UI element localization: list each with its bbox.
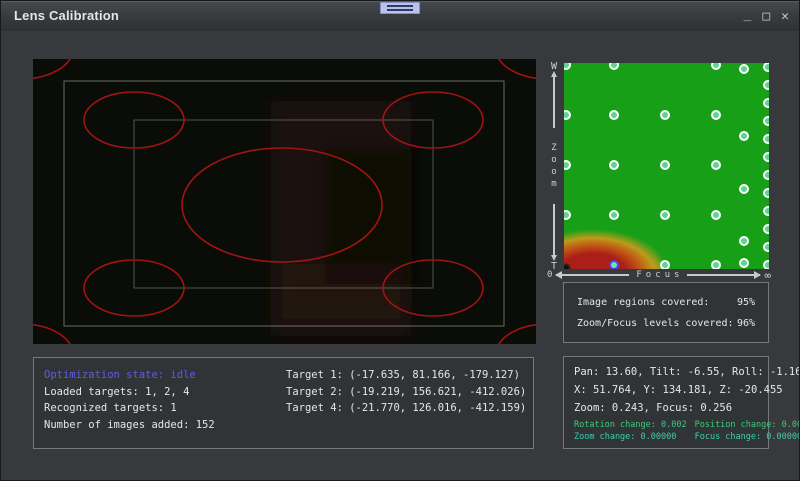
coverage-sample-dot: [711, 110, 721, 120]
coverage-sample-dot: [763, 152, 769, 162]
coverage-value: 95%: [737, 292, 755, 313]
coverage-sample-dot: [763, 98, 769, 108]
recognized-targets: Recognized targets: 1: [44, 400, 215, 417]
calibration-overlay: [33, 59, 536, 344]
coverage-sample-dot: [660, 110, 670, 120]
zoom-axis-label: Zoom: [545, 131, 563, 203]
coverage-sample-dot: [609, 63, 619, 70]
coverage-sample-dot: [564, 210, 571, 220]
coverage-sample-dot: [763, 134, 769, 144]
coverage-value: 96%: [737, 313, 755, 334]
titlebar: Lens Calibration _ □ ✕: [1, 1, 799, 31]
coverage-sample-dot: [739, 236, 749, 246]
coverage-sample-dot: [763, 242, 769, 252]
xyz-position: X: 51.764, Y: 134.181, Z: -20.455: [574, 381, 758, 399]
collapse-grip-button[interactable]: [380, 2, 420, 14]
zoom-axis: W Zoom T: [545, 63, 563, 269]
coverage-sample-dot: [763, 80, 769, 90]
position-change: Position change: 0.008: [695, 420, 800, 431]
focus-axis: 0 Focus ∞: [547, 268, 771, 282]
coverage-sample-dot: [763, 170, 769, 180]
lens-calibration-window: Lens Calibration _ □ ✕: [0, 0, 800, 481]
coverage-sample-dot: [711, 160, 721, 170]
coverage-sample-dot: [660, 160, 670, 170]
rotation-change: Rotation change: 0.002: [574, 420, 687, 431]
minimize-button[interactable]: _: [744, 8, 752, 21]
target-2-coords: Target 2: (-19.219, 156.621, -412.026): [286, 384, 526, 401]
coverage-sample-dot: [763, 116, 769, 126]
focus-axis-min-label: 0: [547, 271, 552, 280]
target-4-coords: Target 4: (-21.770, 126.016, -412.159): [286, 400, 526, 417]
coverage-sample-dot: [609, 160, 619, 170]
coverage-sample-dot: [564, 110, 571, 120]
change-readouts: Rotation change: 0.002 Position change: …: [574, 420, 758, 443]
coverage-label: Image regions covered:: [577, 292, 709, 313]
coverage-label: Zoom/Focus levels covered:: [577, 313, 734, 334]
maximize-button[interactable]: □: [762, 10, 770, 23]
grip-lines-icon: [387, 5, 413, 11]
coverage-row-zoom-focus: Zoom/Focus levels covered: 96%: [577, 313, 755, 334]
window-title: Lens Calibration: [14, 8, 119, 23]
coverage-sample-dot: [739, 64, 749, 74]
status-panel: Optimization state: idle Loaded targets:…: [33, 357, 534, 449]
loaded-targets: Loaded targets: 1, 2, 4: [44, 384, 215, 401]
coverage-sample-dot: [739, 131, 749, 141]
zoom-axis-arrow-up-icon: [553, 77, 555, 128]
targets-column: Target 1: (-17.635, 81.166, -179.127) Ta…: [286, 367, 526, 417]
coverage-sample-dot: [763, 224, 769, 234]
focus-axis-arrow-left-icon: [556, 274, 629, 276]
target-1-coords: Target 1: (-17.635, 81.166, -179.127): [286, 367, 526, 384]
zoom-focus-values: Zoom: 0.243, Focus: 0.256: [574, 399, 758, 417]
coverage-sample-dot: [609, 110, 619, 120]
coverage-sample-dot: [739, 258, 749, 268]
coverage-sample-dot: [609, 210, 619, 220]
focus-axis-label: Focus: [633, 271, 683, 280]
coverage-sample-dot: [763, 188, 769, 198]
focus-axis-arrow-right-icon: [687, 274, 760, 276]
focus-axis-infinity-label: ∞: [764, 270, 771, 281]
coverage-sample-dot: [564, 160, 571, 170]
zoom-focus-heatmap: [564, 63, 769, 269]
coverage-sample-dot: [763, 63, 769, 72]
pan-tilt-roll: Pan: 13.60, Tilt: -6.55, Roll: -1.16: [574, 363, 758, 381]
optimization-state: Optimization state: idle: [44, 367, 215, 384]
status-column: Optimization state: idle Loaded targets:…: [44, 367, 215, 433]
coverage-panel: Image regions covered: 95% Zoom/Focus le…: [563, 282, 769, 343]
coverage-sample-dot: [739, 184, 749, 194]
close-button[interactable]: ✕: [781, 10, 789, 23]
coverage-sample-dot: [763, 206, 769, 216]
zoom-axis-arrow-down-icon: [553, 204, 555, 255]
coverage-sample-dot: [711, 63, 721, 70]
camera-view: [33, 59, 536, 344]
coverage-sample-dot: [564, 63, 571, 70]
pose-panel: Pan: 13.60, Tilt: -6.55, Roll: -1.16 X: …: [563, 356, 769, 449]
focus-change: Focus change: 0.00000: [695, 432, 800, 443]
coverage-sample-dot: [660, 210, 670, 220]
coverage-row-image-regions: Image regions covered: 95%: [577, 292, 755, 313]
window-controls: _ □ ✕: [744, 1, 789, 31]
zoom-change: Zoom change: 0.00000: [574, 432, 687, 443]
images-added: Number of images added: 152: [44, 417, 215, 434]
coverage-sample-dot: [711, 210, 721, 220]
